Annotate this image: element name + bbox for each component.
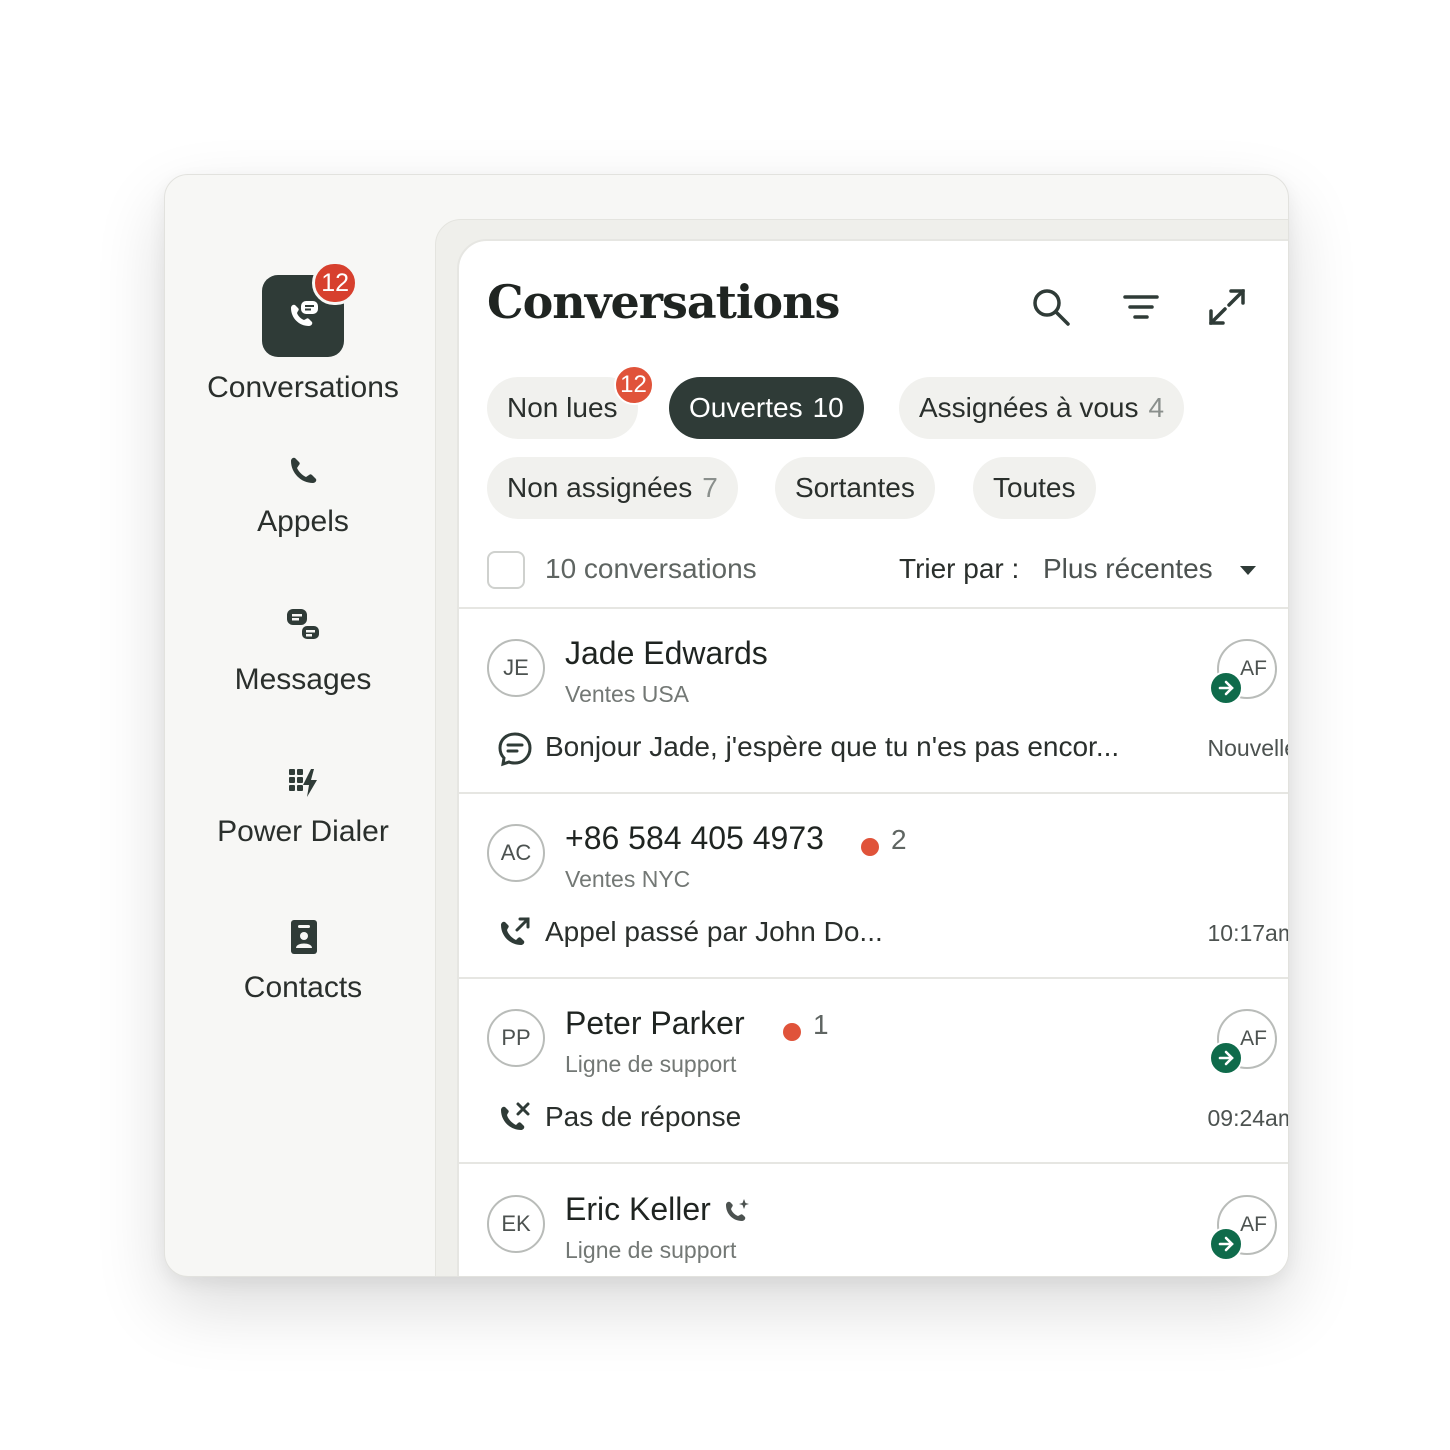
- conversations-panel: Conversations Non lues 12 Ouvertes 10 As…: [457, 239, 1289, 1276]
- timestamp: 09:24am: [1207, 1105, 1289, 1131]
- filter-chip-label: Sortantes: [795, 472, 915, 503]
- contacts-icon: [291, 920, 317, 954]
- sort-dropdown[interactable]: Plus récentes: [1043, 553, 1213, 585]
- divider: [459, 1162, 1288, 1164]
- filter-chip-count: 10: [812, 392, 844, 423]
- conversation-row[interactable]: JE Jade Edwards Ventes USA AF Bonjour Ja…: [459, 609, 1289, 794]
- arrow-right-icon: [1209, 1041, 1243, 1075]
- sidebar-item-label: Power Dialer: [217, 815, 389, 848]
- sidebar-item-label: Messages: [234, 663, 372, 696]
- contact-name: Peter Parker: [565, 1005, 745, 1041]
- avatar: EK: [487, 1195, 545, 1253]
- message-preview: Appel passé par John Do...: [545, 916, 883, 947]
- sidebar-item-conversations[interactable]: 12 Conversations: [165, 261, 441, 405]
- status-badge: Nouvelle: [1207, 735, 1289, 761]
- sidebar-item-label: Contacts: [243, 971, 363, 1004]
- filter-chip-label: Ouvertes: [689, 392, 803, 423]
- expand-icon[interactable]: [1205, 285, 1249, 329]
- filter-icon[interactable]: [1119, 285, 1163, 329]
- filter-chip-label: Assignées à vous: [919, 392, 1139, 423]
- filter-chip-toutes[interactable]: Toutes: [973, 457, 1096, 519]
- avatar: AC: [487, 824, 545, 882]
- unread-badge: 12: [613, 365, 654, 405]
- filter-chip-label: Non lues: [507, 392, 618, 423]
- sidebar-item-label: Conversations: [207, 371, 399, 404]
- filter-chip-label: Toutes: [993, 472, 1076, 503]
- avatar: PP: [487, 1009, 545, 1067]
- phone-icon: [291, 457, 317, 483]
- conversation-count: 10 conversations: [545, 553, 757, 584]
- select-all-checkbox[interactable]: [487, 551, 525, 589]
- app-window: 12 Conversations Appels Messages Power D…: [164, 174, 1289, 1277]
- sidebar-item-messages[interactable]: Messages: [165, 605, 441, 697]
- contact-name: Eric Keller: [565, 1191, 711, 1227]
- filter-chip-ouvertes[interactable]: Ouvertes 10: [669, 377, 864, 439]
- filter-chip-non-lues[interactable]: Non lues 12: [487, 365, 654, 439]
- outgoing-call-icon: [501, 917, 530, 945]
- conversation-row[interactable]: AC +86 584 405 4973 2 Ventes NYC Appel p…: [459, 794, 1289, 979]
- message-bubble-icon: [498, 732, 532, 767]
- arrow-right-icon: [1209, 671, 1243, 705]
- timestamp: 10:17am: [1207, 920, 1289, 946]
- filter-chip-assignees-a-vous[interactable]: Assignées à vous 4: [899, 377, 1185, 439]
- unread-count: 1: [813, 1009, 829, 1040]
- contact-name: +86 584 405 4973: [565, 820, 824, 856]
- phone-sparkle-icon: [726, 1199, 749, 1221]
- search-icon[interactable]: [1029, 285, 1073, 329]
- message-preview: Pas de réponse: [545, 1101, 742, 1132]
- conversation-row[interactable]: EK Eric Keller Ligne de support AF: [459, 1165, 1288, 1276]
- phone-line: Ventes NYC: [565, 866, 691, 892]
- filter-chip-count: 7: [702, 472, 718, 503]
- sort-label: Trier par :: [899, 553, 1020, 584]
- message-preview: Bonjour Jade, j'espère que tu n'es pas e…: [545, 731, 1120, 762]
- sidebar-item-contacts[interactable]: Contacts: [165, 917, 441, 1005]
- unread-dot: [861, 838, 879, 856]
- phone-line: Ventes USA: [565, 681, 690, 707]
- sidebar-item-appels[interactable]: Appels: [165, 451, 441, 539]
- unread-count: 2: [891, 824, 907, 855]
- sidebar-item-power-dialer[interactable]: Power Dialer: [165, 765, 441, 849]
- conversations-badge: 12: [312, 261, 358, 305]
- power-dialer-icon: [289, 769, 317, 797]
- filter-chip-non-assignees[interactable]: Non assignées 7: [487, 457, 738, 519]
- phone-line: Ligne de support: [565, 1051, 737, 1077]
- phone-line: Ligne de support: [565, 1237, 737, 1263]
- filter-chip-sortantes[interactable]: Sortantes: [775, 457, 935, 519]
- sidebar-item-label: Appels: [257, 505, 349, 538]
- messages-icon: [287, 609, 321, 641]
- filter-chip-label: Non assignées: [507, 472, 693, 503]
- avatar: JE: [487, 639, 545, 697]
- missed-call-icon: [501, 1102, 530, 1130]
- conversation-row[interactable]: PP Peter Parker 1 Ligne de support AF Pa…: [459, 979, 1289, 1164]
- chat-phone-icon: 12: [262, 261, 358, 357]
- page-title: Conversations: [487, 275, 840, 329]
- contact-name: Jade Edwards: [565, 635, 768, 671]
- filter-chip-count: 4: [1148, 392, 1165, 423]
- arrow-right-icon: [1209, 1227, 1243, 1261]
- chevron-down-icon[interactable]: [1237, 559, 1259, 581]
- unread-dot: [783, 1023, 801, 1041]
